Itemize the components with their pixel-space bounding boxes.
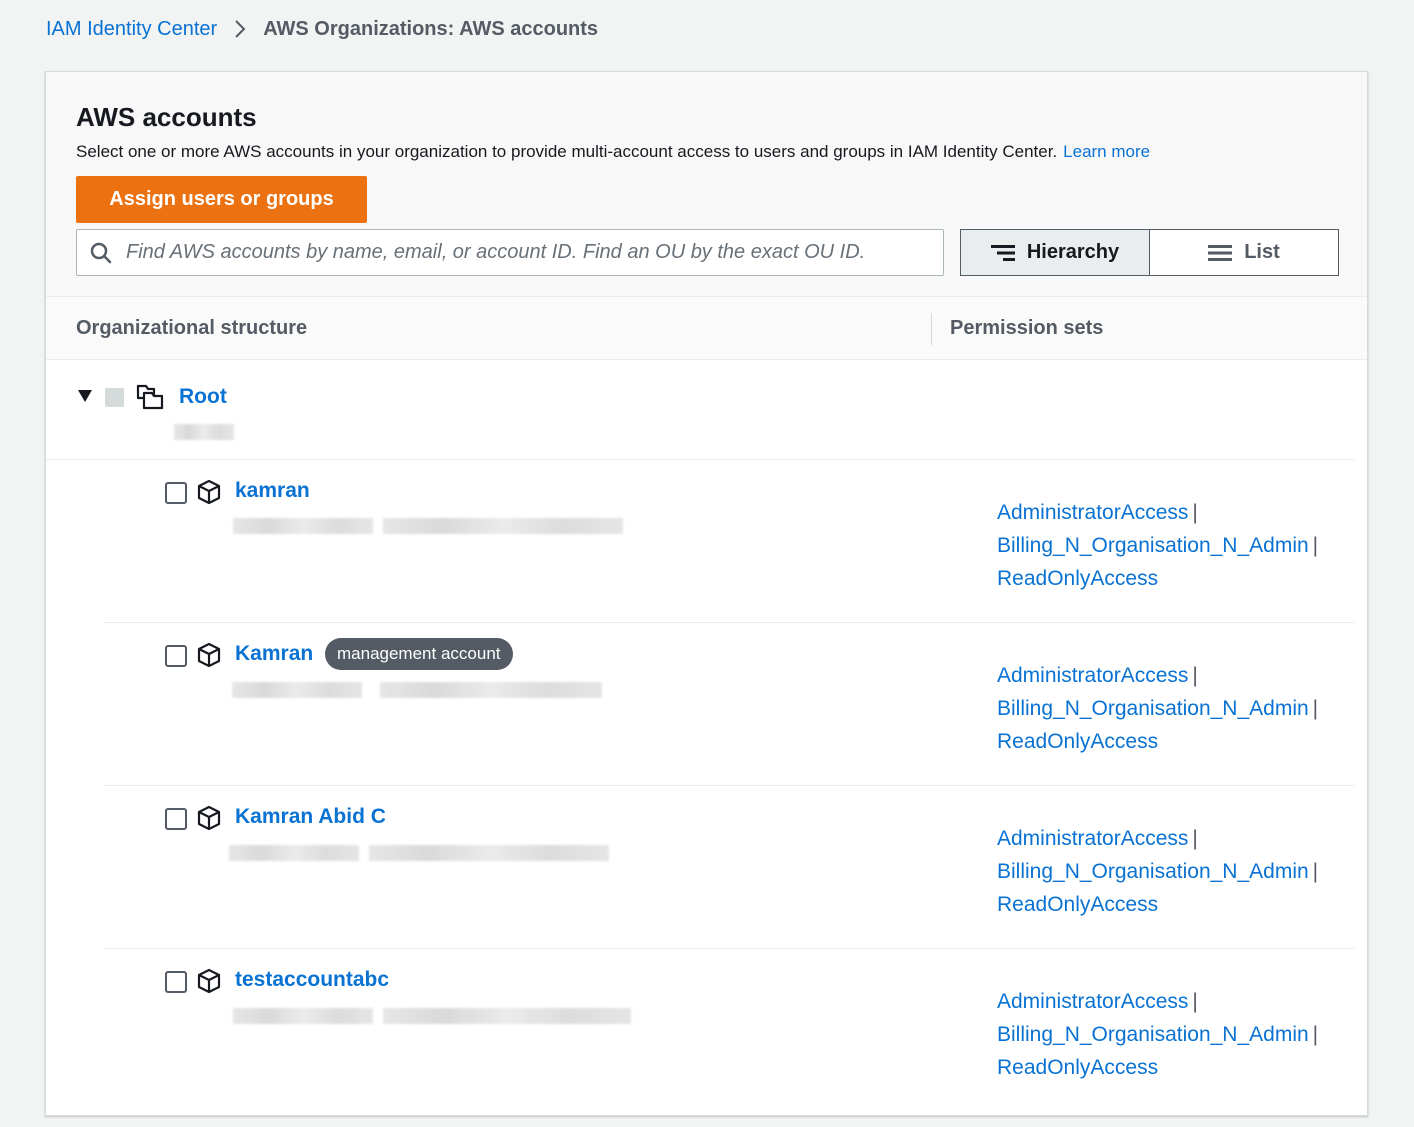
account-checkbox[interactable] <box>165 808 187 830</box>
list-icon <box>1208 244 1233 261</box>
separator: | <box>1312 1023 1319 1046</box>
learn-more-link[interactable]: Learn more <box>1063 142 1150 161</box>
root-ou-link[interactable]: Root <box>179 385 227 409</box>
redacted-account-email <box>369 845 609 861</box>
page-title: AWS accounts <box>76 102 257 132</box>
redacted-account-email <box>383 518 623 534</box>
redacted-account-email <box>383 1008 631 1024</box>
panel-description: Select one or more AWS accounts in your … <box>76 142 1150 162</box>
breadcrumb-current: AWS Organizations: AWS accounts <box>263 17 599 40</box>
permission-set-link[interactable]: ReadOnlyAccess <box>997 730 1158 753</box>
column-divider[interactable] <box>931 313 932 345</box>
redacted-account-id <box>232 682 362 698</box>
separator: | <box>1192 664 1198 687</box>
account-row: Kamran Abid C AdministratorAccess | Billi… <box>46 786 1367 949</box>
table-header: Organizational structure Permission sets <box>46 296 1367 360</box>
search-icon <box>90 242 112 263</box>
permission-sets-list: AdministratorAccess | Billing_N_Organisat… <box>997 822 1318 921</box>
account-cube-icon <box>197 968 221 994</box>
redacted-account-id <box>233 518 373 534</box>
separator: | <box>1312 534 1319 557</box>
organizational-unit-icon <box>136 384 164 410</box>
assign-users-or-groups-button[interactable]: Assign users or groups <box>76 176 367 223</box>
permission-set-link[interactable]: AdministratorAccess <box>997 827 1188 850</box>
breadcrumb-iam-identity-center-link[interactable]: IAM Identity Center <box>46 18 217 41</box>
permission-set-link[interactable]: Billing_N_Organisation_N_Admin <box>997 534 1309 557</box>
account-checkbox[interactable] <box>165 645 187 667</box>
separator: | <box>1192 990 1198 1013</box>
permission-set-link[interactable]: ReadOnlyAccess <box>997 893 1158 916</box>
account-checkbox[interactable] <box>165 482 187 504</box>
account-checkbox[interactable] <box>165 971 187 993</box>
separator: | <box>1312 697 1319 720</box>
list-view-button[interactable]: List <box>1150 229 1339 276</box>
permission-set-link[interactable]: AdministratorAccess <box>997 990 1188 1013</box>
separator: | <box>1192 501 1198 524</box>
breadcrumb: IAM Identity Center AWS Organizations: A… <box>46 16 598 42</box>
account-cube-icon <box>197 805 221 831</box>
redacted-account-id <box>233 1008 373 1024</box>
permission-set-link[interactable]: Billing_N_Organisation_N_Admin <box>997 1023 1309 1046</box>
permission-sets-list: AdministratorAccess | Billing_N_Organisat… <box>997 496 1318 595</box>
list-label: List <box>1244 241 1280 263</box>
column-header-permission-sets: Permission sets <box>950 317 1104 339</box>
redacted-account-id <box>229 845 359 861</box>
account-cube-icon <box>197 479 221 505</box>
account-name-link[interactable]: Kamran <box>235 642 313 666</box>
redacted-account-email <box>380 682 602 698</box>
permission-set-link[interactable]: AdministratorAccess <box>997 664 1188 687</box>
account-row: Kamran management account AdministratorA… <box>46 623 1367 786</box>
account-name-link[interactable]: kamran <box>235 479 310 503</box>
separator: | <box>1312 860 1319 883</box>
panel-header: AWS accounts Select one or more AWS acco… <box>46 72 1367 296</box>
search-input[interactable] <box>124 240 943 265</box>
hierarchy-view-button[interactable]: Hierarchy <box>960 229 1150 276</box>
permission-sets-list: AdministratorAccess | Billing_N_Organisat… <box>997 985 1318 1084</box>
account-row: kamran AdministratorAccess | Billing_N_Or… <box>46 460 1367 623</box>
hierarchy-label: Hierarchy <box>1026 241 1120 263</box>
aws-accounts-panel: AWS accounts Select one or more AWS acco… <box>45 71 1368 1116</box>
permission-set-link[interactable]: AdministratorAccess <box>997 501 1188 524</box>
permission-set-link[interactable]: ReadOnlyAccess <box>997 567 1158 590</box>
column-header-organizational-structure: Organizational structure <box>76 317 308 339</box>
redacted-root-id <box>174 424 234 440</box>
permission-sets-list: AdministratorAccess | Billing_N_Organisat… <box>997 659 1318 758</box>
account-name-link[interactable]: Kamran Abid C <box>235 805 386 829</box>
permission-set-link[interactable]: Billing_N_Organisation_N_Admin <box>997 860 1309 883</box>
permission-set-link[interactable]: Billing_N_Organisation_N_Admin <box>997 697 1309 720</box>
account-row: testaccountabc AdministratorAccess | Bill… <box>46 949 1367 1112</box>
account-name-link[interactable]: testaccountabc <box>235 968 389 992</box>
caret-down-icon[interactable] <box>78 390 92 402</box>
description-text: Select one or more AWS accounts in your … <box>76 142 1058 161</box>
hierarchy-icon <box>990 244 1015 261</box>
account-cube-icon <box>197 642 221 668</box>
permission-set-link[interactable]: ReadOnlyAccess <box>997 1056 1158 1079</box>
search-field <box>76 229 944 276</box>
root-ou-row: Root <box>46 360 1367 460</box>
root-checkbox <box>105 388 124 407</box>
view-toggle: Hierarchy List <box>960 229 1339 276</box>
separator: | <box>1192 827 1198 850</box>
chevron-right-icon <box>235 20 246 38</box>
management-account-badge: management account <box>325 638 513 670</box>
